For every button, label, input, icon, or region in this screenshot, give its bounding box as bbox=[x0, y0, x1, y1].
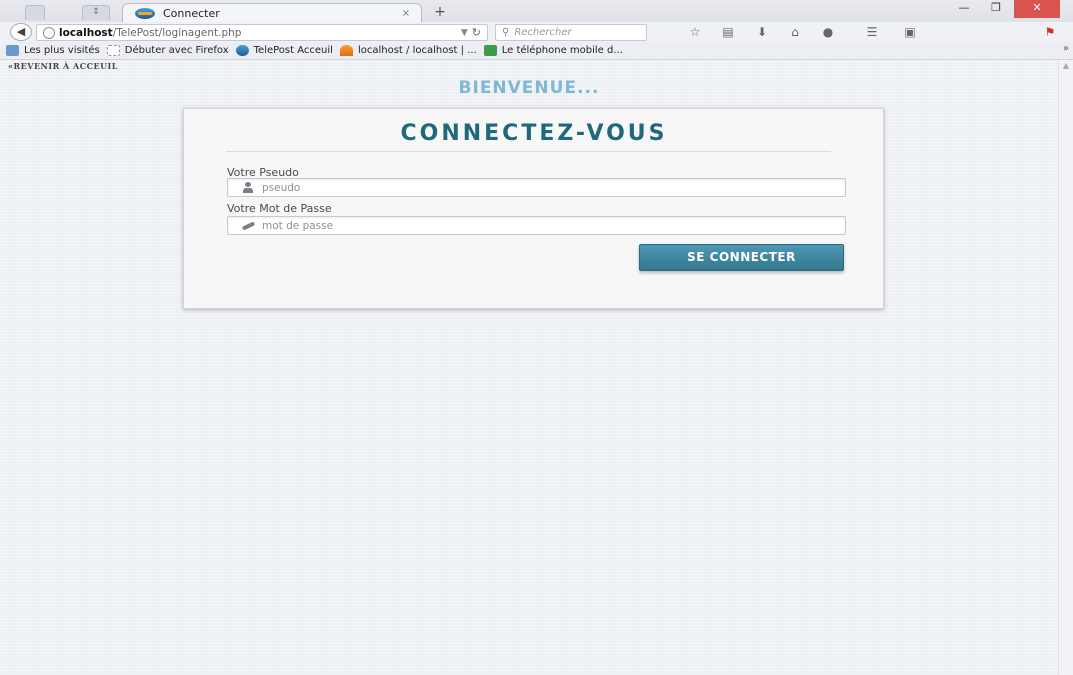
chat-icon[interactable]: ● bbox=[818, 24, 838, 40]
url-host: localhost bbox=[59, 26, 113, 39]
bookmark-label: localhost / localhost | ... bbox=[357, 45, 477, 56]
browser-navbar: ◀ localhost /TelePost/loginagent.php ▼ ↻… bbox=[0, 22, 1073, 42]
folder-icon bbox=[6, 45, 19, 56]
password-label: Votre Mot de Passe bbox=[227, 202, 332, 215]
bookmarks-list-icon[interactable]: ▤ bbox=[718, 24, 738, 40]
browser-titlebar: ↕ Connecter × + — ❐ ✕ bbox=[0, 0, 1073, 22]
pinned-tab-2[interactable]: ↕ bbox=[82, 5, 110, 20]
scroll-up-icon[interactable]: ▲ bbox=[1059, 60, 1073, 72]
back-arrow-icon[interactable]: ◀ bbox=[10, 23, 32, 41]
telepost-favicon-icon bbox=[135, 7, 155, 19]
welcome-heading: BIENVENUE... bbox=[458, 78, 600, 98]
bookmark-phpmyadmin[interactable]: localhost / localhost | ... bbox=[339, 45, 477, 56]
tab-connecter[interactable]: Connecter × bbox=[122, 3, 422, 22]
restore-icon[interactable]: ❐ bbox=[981, 0, 1011, 18]
bookmarks-bar: Les plus visités Débuter avec Firefox Te… bbox=[0, 42, 1073, 60]
bookmark-label: Les plus visités bbox=[24, 45, 100, 56]
url-path: /TelePost/loginagent.php bbox=[112, 26, 242, 39]
telepost-icon bbox=[235, 45, 249, 56]
url-dropdown-icon[interactable]: ▼ bbox=[457, 28, 472, 38]
search-placeholder: Rechercher bbox=[514, 27, 572, 38]
username-field[interactable] bbox=[227, 178, 846, 197]
key-icon bbox=[242, 220, 254, 231]
tab-title: Connecter bbox=[163, 6, 220, 20]
new-tab-button[interactable]: + bbox=[430, 4, 450, 20]
login-title: Connectez-vous bbox=[400, 121, 668, 146]
page-icon bbox=[106, 45, 120, 56]
login-button[interactable]: SE CONNECTER bbox=[639, 244, 844, 271]
phpmyadmin-icon bbox=[339, 45, 353, 56]
bookmark-telepost[interactable]: TelePost Acceuil bbox=[235, 45, 333, 56]
url-bar[interactable]: localhost /TelePost/loginagent.php ▼ ↻ bbox=[36, 24, 488, 41]
addon-icon[interactable]: ▣ bbox=[900, 24, 920, 40]
bookmark-most-visited[interactable]: Les plus visités bbox=[6, 45, 100, 56]
bookmark-getting-started[interactable]: Débuter avec Firefox bbox=[106, 45, 229, 56]
bookmarks-overflow-icon[interactable]: » bbox=[1063, 43, 1069, 54]
addon-flag-icon[interactable]: ⚑ bbox=[1040, 24, 1060, 40]
page-content: «REVENIR À ACCEUIL BIENVENUE... Connecte… bbox=[0, 60, 1058, 675]
pinned-tab[interactable] bbox=[25, 5, 45, 20]
globe-icon bbox=[43, 26, 55, 39]
username-input[interactable] bbox=[262, 181, 845, 194]
download-icon[interactable]: ⬇ bbox=[752, 24, 772, 40]
search-bar[interactable]: ⚲ Rechercher bbox=[495, 24, 647, 41]
bookmark-mobile[interactable]: Le téléphone mobile d... bbox=[483, 45, 623, 56]
user-icon bbox=[242, 182, 254, 193]
vertical-scrollbar[interactable]: ▲ bbox=[1058, 60, 1073, 675]
site-icon bbox=[483, 45, 497, 56]
home-icon[interactable]: ⌂ bbox=[785, 24, 805, 40]
back-to-home-link[interactable]: «REVENIR À ACCEUIL bbox=[8, 61, 118, 71]
bookmark-star-icon[interactable]: ☆ bbox=[685, 24, 705, 40]
reload-icon[interactable]: ↻ bbox=[472, 26, 487, 39]
login-form: Connectez-vous Votre Pseudo Votre Mot de… bbox=[183, 108, 884, 309]
search-icon: ⚲ bbox=[502, 27, 510, 38]
bookmark-label: Débuter avec Firefox bbox=[124, 45, 229, 56]
password-field[interactable] bbox=[227, 216, 846, 235]
menu-icon[interactable]: ☰ bbox=[862, 24, 882, 40]
bookmark-label: TelePost Acceuil bbox=[253, 45, 333, 56]
window-close-icon[interactable]: ✕ bbox=[1014, 0, 1060, 18]
bookmark-label: Le téléphone mobile d... bbox=[501, 45, 623, 56]
tab-close-icon[interactable]: × bbox=[391, 8, 421, 19]
minimize-icon[interactable]: — bbox=[950, 0, 978, 18]
divider bbox=[226, 151, 831, 152]
password-input[interactable] bbox=[262, 219, 845, 232]
